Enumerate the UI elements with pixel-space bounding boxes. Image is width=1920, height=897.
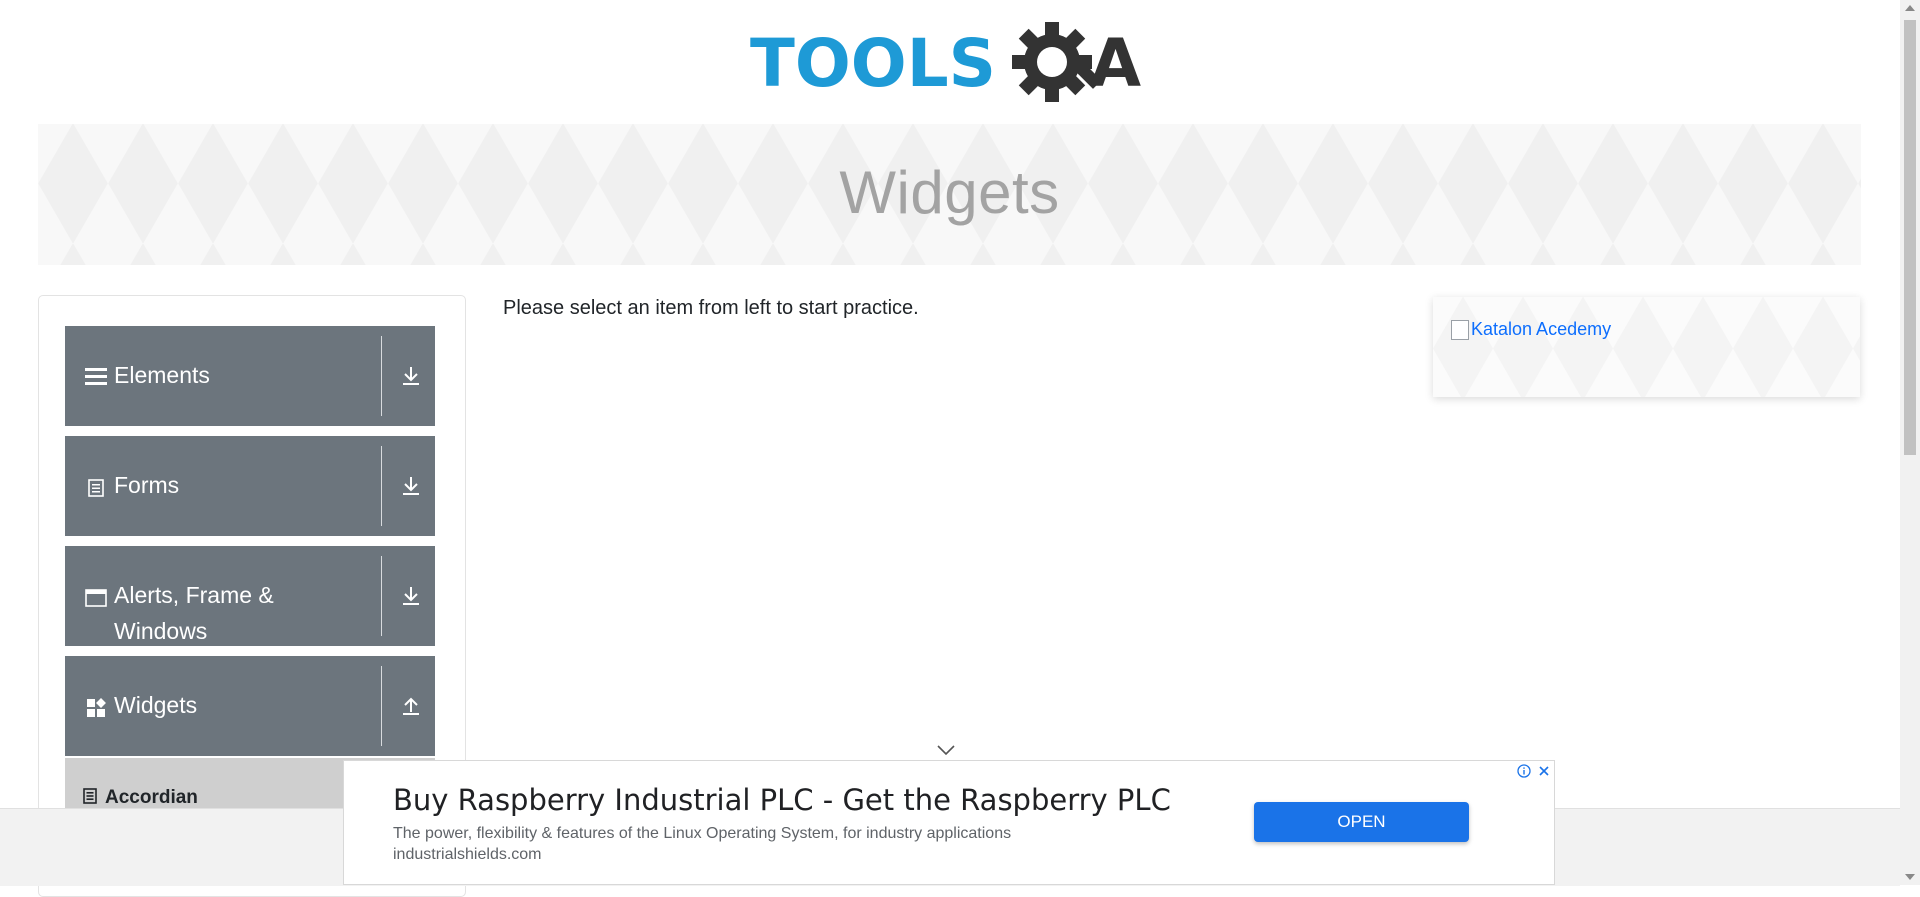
gear-icon [1012,22,1102,102]
hamburger-icon [85,365,107,387]
download-arrow-icon[interactable] [399,362,423,390]
scrollbar-thumb[interactable] [1904,20,1916,455]
sidebar-group-alerts[interactable]: Alerts, Frame & Windows [65,546,435,646]
window-icon [85,587,107,609]
sidebar-group-forms[interactable]: Forms [65,436,435,536]
sidebar-group-label: Widgets [114,692,198,718]
sidebar-group-label: Alerts, Frame & Windows [114,582,274,644]
page-scrollbar[interactable] [1900,0,1920,885]
submenu-item-label: Accordian [105,787,198,808]
document-icon [85,477,107,499]
ad-description: The power, flexibility & features of the… [393,825,1012,842]
group-header-widgets[interactable]: Widgets [65,656,435,756]
toolsqa-logo-graphic: TOOLS A [750,22,1141,102]
katalon-academy-link[interactable]: Katalon Acedemy [1451,319,1611,340]
scroll-down-arrow-icon[interactable] [1905,874,1915,880]
logo-text-a: A [1090,25,1141,102]
close-icon[interactable] [1534,761,1554,781]
ad-controls [1514,761,1554,781]
group-header-forms[interactable]: Forms [65,436,435,536]
page-title: Widgets [839,159,1060,226]
group-divider [381,446,382,526]
sidebar-group-widgets[interactable]: Widgets [65,656,435,756]
bottom-ad-banner[interactable]: Buy Raspberry Industrial PLC - Get the R… [343,760,1555,885]
widgets-icon [85,697,107,719]
instruction-text: Please select an item from left to start… [503,297,919,319]
page-banner: Widgets [38,124,1861,265]
group-divider [381,556,382,636]
logo-text-tools: TOOLS [750,25,996,102]
toolsqa-logo[interactable]: TOOLS A [748,18,1158,114]
sidebar-ad-card: Katalon Acedemy [1433,297,1860,397]
accordian-icon [83,787,97,809]
group-divider [381,666,382,746]
katalon-link-text: Katalon Acedemy [1471,319,1612,339]
download-arrow-icon[interactable] [399,582,423,610]
download-arrow-icon[interactable] [399,472,423,500]
group-header-alerts[interactable]: Alerts, Frame & Windows [65,546,435,646]
group-divider [381,336,382,416]
ad-open-button[interactable]: OPEN [1254,802,1469,842]
upload-arrow-icon[interactable] [399,692,423,720]
chevron-down-icon[interactable] [937,743,955,756]
ad-title[interactable]: Buy Raspberry Industrial PLC - Get the R… [393,783,1171,817]
scroll-up-arrow-icon[interactable] [1905,5,1915,11]
group-header-elements[interactable]: Elements [65,326,435,426]
info-icon[interactable] [1514,761,1534,781]
broken-image-icon [1451,319,1469,340]
ad-domain: industrialshields.com [393,846,542,863]
sidebar-group-label: Forms [114,472,180,498]
sidebar-group-elements[interactable]: Elements [65,326,435,426]
sidebar-group-label: Elements [114,362,210,388]
